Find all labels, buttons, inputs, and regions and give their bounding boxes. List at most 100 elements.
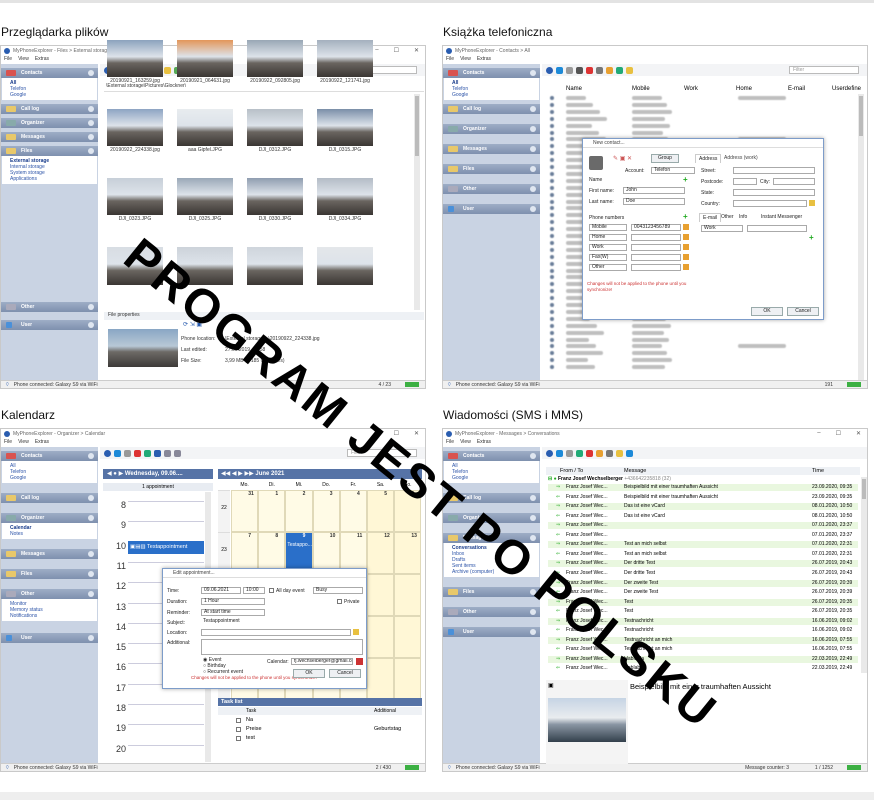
menu-view[interactable]: View (460, 439, 471, 447)
hour-slot[interactable] (128, 501, 204, 520)
tab-email[interactable]: E-mail (699, 213, 722, 222)
task-row[interactable]: test (218, 734, 422, 743)
allday-checkbox[interactable] (269, 588, 274, 593)
sidebar-item-apps[interactable]: Applications (10, 176, 89, 182)
sidebar-other[interactable]: Other (1, 589, 98, 599)
day-cell[interactable] (367, 490, 395, 532)
sidebar-contacts[interactable]: Contacts (443, 451, 540, 461)
col-home[interactable]: Home (736, 86, 752, 92)
cancel-button[interactable]: Cancel (787, 307, 819, 316)
thumbnail[interactable] (316, 247, 374, 291)
export-icon[interactable] (616, 449, 623, 457)
sidebar-item-notes[interactable]: Notes (10, 531, 89, 537)
archive-icon[interactable] (606, 449, 613, 457)
time-field[interactable]: 10:00 (243, 587, 265, 594)
message-row[interactable]: ⇐ Franz Josef Wec... Der dritte Test 26.07.… (548, 569, 858, 577)
thumbnail[interactable]: aaa Gipfel.JPG (176, 109, 234, 153)
conversation-group[interactable]: ⊟ ● Franz Josef Wechselberger +436642235… (548, 476, 858, 483)
account-select[interactable]: Telefon (651, 167, 695, 174)
sidebar-other[interactable]: Other (1, 302, 98, 312)
map-icon[interactable] (353, 629, 359, 635)
day-cell[interactable] (367, 616, 395, 658)
cancel-button[interactable]: Cancel (329, 669, 361, 678)
menu-view[interactable]: View (460, 56, 471, 64)
scrollbar[interactable] (414, 94, 420, 310)
edit-icon[interactable] (566, 66, 573, 74)
menu-extras[interactable]: Extras (35, 56, 49, 64)
task-row[interactable]: Preise Geburtstag (218, 725, 422, 734)
sidebar-organizer[interactable]: Organizer (1, 513, 98, 523)
sidebar-contacts[interactable]: Contacts (443, 68, 540, 78)
sidebar-contacts[interactable]: Contacts (1, 68, 98, 78)
day-cell[interactable] (394, 532, 422, 574)
sidebar-files[interactable]: Files (1, 569, 98, 579)
thumbnail[interactable]: DJI_0334.JPG (316, 178, 374, 222)
phone-type-select[interactable]: Work (589, 244, 627, 251)
message-row[interactable]: ⇒ Franz Josef Wec... 07.01.2020, 23:37 (548, 522, 858, 530)
email-field[interactable] (747, 225, 807, 232)
day-view-icon[interactable] (154, 449, 161, 457)
ok-button[interactable]: OK (293, 669, 325, 678)
thumbnail[interactable]: 20190921_064631.jpg (176, 40, 234, 84)
menu-extras[interactable]: Extras (35, 439, 49, 447)
task-checkbox[interactable] (236, 736, 241, 741)
sidebar-contacts[interactable]: Contacts (1, 451, 98, 461)
tab-info[interactable]: Info (739, 214, 747, 220)
appointment-block[interactable]: ▣▤▥ Testappointment (128, 541, 204, 554)
sidebar-user[interactable]: User (443, 627, 540, 637)
month-nav-icons[interactable]: ◀◀ ◀ ▶ ▶▶ (221, 471, 255, 477)
col-time[interactable]: Time (812, 467, 824, 475)
sidebar-calllog[interactable]: Call log (1, 104, 98, 114)
sidebar-organizer[interactable]: Organizer (1, 118, 98, 128)
phone-number-field[interactable] (631, 234, 681, 241)
date-field[interactable]: 09.06.2021 (201, 587, 241, 594)
month-view-icon[interactable] (174, 449, 181, 457)
menu-file[interactable]: File (446, 56, 454, 64)
duration-select[interactable]: 1 Hour (201, 598, 265, 605)
task-row[interactable]: Na (218, 716, 422, 725)
sidebar-messages[interactable]: Messages (1, 132, 98, 142)
tab-address[interactable]: Address (695, 154, 722, 163)
filter-icon[interactable] (626, 449, 633, 457)
day-cell[interactable] (367, 574, 395, 616)
day-cell[interactable] (231, 490, 259, 532)
message-row[interactable]: ⇒ Franz Josef Wec... Beispielbild mit eine… (548, 484, 858, 491)
sidebar-item-google[interactable]: Google (10, 475, 89, 481)
photo-icons[interactable]: ✎ ▣ ✕ (613, 155, 632, 162)
phone-number-field[interactable] (631, 244, 681, 251)
thumbnail[interactable]: 20190922_092805.jpg (246, 40, 304, 84)
day-nav-icons[interactable]: ◀ ● ▶ (107, 471, 125, 477)
menu-extras[interactable]: Extras (477, 56, 491, 64)
message-row[interactable]: ⇒ Franz Josef Wec... Der dritte Test 26.07.… (548, 560, 858, 568)
hour-slot[interactable] (128, 744, 204, 764)
tab-instant-messenger[interactable]: Instant Messenger (761, 214, 802, 220)
event-type-radios[interactable]: ◉ Event ○ Birthday ○ Recurrent event (203, 657, 243, 675)
thumbnail[interactable]: DJI_0315.JPG (316, 109, 374, 153)
key-icon[interactable] (683, 264, 689, 270)
day-cell[interactable] (394, 658, 422, 700)
private-checkbox[interactable] (337, 599, 342, 604)
close-icon[interactable]: ✕ (856, 430, 861, 437)
phone-number-field[interactable]: 0043123456789 (631, 224, 681, 231)
person-icon[interactable] (596, 66, 603, 74)
thumbnail[interactable]: DJI_0325.JPG (176, 178, 234, 222)
menu-file[interactable]: File (4, 439, 12, 447)
add-icon[interactable]: + (683, 175, 688, 184)
col-work[interactable]: Work (684, 86, 698, 92)
col-mobile[interactable]: Mobile (632, 86, 650, 92)
additional-field[interactable] (201, 639, 363, 655)
export-icon[interactable] (626, 66, 633, 74)
group-button[interactable]: Group (651, 154, 679, 163)
street-field[interactable] (733, 167, 815, 174)
hour-slot[interactable] (128, 704, 204, 723)
key-icon[interactable] (683, 224, 689, 230)
thumbnail[interactable]: 20190922_121741.jpg (316, 40, 374, 84)
reminder-select[interactable]: At start time (201, 609, 265, 616)
phone-type-select[interactable]: Home (589, 234, 627, 241)
message-row[interactable]: ⇐ Franz Josef Wec... 07.01.2020, 23:37 (548, 531, 858, 539)
add-email-icon[interactable]: + (809, 233, 814, 242)
delete-icon[interactable] (586, 449, 593, 457)
phone-type-select[interactable]: Other (589, 264, 627, 271)
close-icon[interactable]: ✕ (414, 430, 419, 437)
col-email[interactable]: E-mail (788, 86, 805, 92)
